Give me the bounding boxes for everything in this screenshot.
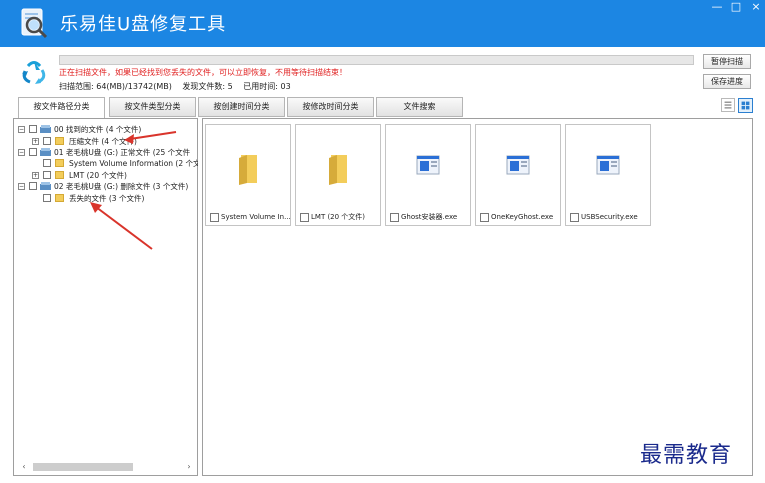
tab-by-created-time[interactable]: 按创建时间分类 bbox=[198, 97, 285, 117]
expand-toggle[interactable]: + bbox=[32, 172, 39, 179]
scroll-thumb[interactable] bbox=[33, 463, 133, 471]
folder-icon bbox=[55, 159, 64, 167]
file-checkbox[interactable] bbox=[480, 213, 489, 222]
file-grid-panel: System Volume In... LMT (20 个文件) Ghost安装… bbox=[202, 118, 753, 476]
tree-node-system-volume-info[interactable]: System Volume Information (2 个文 bbox=[32, 158, 198, 169]
drive-icon bbox=[40, 125, 51, 133]
scan-info: 扫描范围: 64(MB)/13742(MB) 发现文件数: 5 已用时间: 03 bbox=[59, 81, 299, 92]
tree-label: LMT (20 个文件) bbox=[69, 171, 127, 180]
tree-label: 01 老毛桃U盘 (G:) 正常文件 (25 个文件 bbox=[54, 148, 191, 157]
app-title: 乐易佳U盘修复工具 bbox=[60, 14, 227, 35]
tree-label: 压缩文件 (4 个文件) bbox=[69, 137, 137, 146]
tree-checkbox[interactable] bbox=[43, 137, 51, 145]
tree-node-lmt[interactable]: + LMT (20 个文件) bbox=[32, 170, 198, 181]
title-bar: 乐易佳U盘修复工具 — □ × bbox=[0, 0, 765, 47]
scanning-recycle-icon bbox=[22, 61, 46, 84]
folder-icon bbox=[329, 155, 347, 185]
scroll-left-arrow-icon[interactable]: ‹ bbox=[19, 462, 29, 472]
pause-scan-button[interactable]: 暂停扫描 bbox=[703, 54, 751, 69]
tree-node-lost-files[interactable]: 丢失的文件 (3 个文件) bbox=[32, 193, 198, 204]
scroll-right-arrow-icon[interactable]: › bbox=[184, 462, 194, 472]
tree-node-found-files[interactable]: − 00 找到的文件 (4 个文件) bbox=[18, 124, 198, 135]
folder-icon bbox=[55, 194, 64, 202]
tab-by-type[interactable]: 按文件类型分类 bbox=[109, 97, 196, 117]
file-checkbox[interactable] bbox=[300, 213, 309, 222]
file-checkbox[interactable] bbox=[390, 213, 399, 222]
file-checkbox[interactable] bbox=[210, 213, 219, 222]
tab-file-search[interactable]: 文件搜索 bbox=[376, 97, 463, 117]
time-used: 已用时间: 03 bbox=[243, 82, 291, 91]
collapse-toggle[interactable]: − bbox=[18, 183, 25, 190]
collapse-toggle[interactable]: − bbox=[18, 149, 25, 156]
tree-checkbox[interactable] bbox=[43, 159, 51, 167]
file-card[interactable]: USBSecurity.exe bbox=[565, 124, 651, 226]
folder-tree-panel: − 00 找到的文件 (4 个文件) + 压缩文件 (4 个文件) − 01 老… bbox=[13, 118, 198, 476]
file-card[interactable]: Ghost安装器.exe bbox=[385, 124, 471, 226]
tree-node-deleted-files[interactable]: − 02 老毛桃U盘 (G:) 删除文件 (3 个文件) bbox=[18, 181, 198, 192]
maximize-button[interactable]: □ bbox=[726, 0, 746, 16]
watermark: 最需教育 bbox=[640, 443, 733, 468]
collapse-toggle[interactable]: − bbox=[18, 126, 25, 133]
tab-by-path[interactable]: 按文件路径分类 bbox=[18, 97, 105, 119]
drive-icon bbox=[40, 182, 51, 190]
tree-checkbox[interactable] bbox=[43, 171, 51, 179]
horizontal-scrollbar[interactable]: ‹ › bbox=[19, 462, 194, 472]
file-label: USBSecurity.exe bbox=[581, 213, 638, 221]
close-button[interactable]: × bbox=[746, 0, 765, 16]
tree-checkbox[interactable] bbox=[29, 148, 37, 156]
files-found-count: 发现文件数: 5 bbox=[182, 82, 233, 91]
minimize-button[interactable]: — bbox=[707, 0, 727, 16]
drive-icon bbox=[40, 148, 51, 156]
exe-icon bbox=[596, 155, 620, 175]
tree-node-compressed-files[interactable]: + 压缩文件 (4 个文件) bbox=[32, 136, 198, 147]
list-view-icon[interactable] bbox=[721, 98, 735, 112]
folder-icon bbox=[55, 137, 64, 145]
file-card[interactable]: OneKeyGhost.exe bbox=[475, 124, 561, 226]
expand-toggle[interactable]: + bbox=[32, 138, 39, 145]
file-label: OneKeyGhost.exe bbox=[491, 213, 554, 221]
file-label: System Volume In... bbox=[221, 213, 291, 221]
tree-label: System Volume Information (2 个文 bbox=[69, 159, 198, 168]
grid-view-icon[interactable] bbox=[738, 98, 753, 113]
file-card[interactable]: System Volume In... bbox=[205, 124, 291, 226]
file-checkbox[interactable] bbox=[570, 213, 579, 222]
file-label: Ghost安装器.exe bbox=[401, 213, 458, 221]
tree-checkbox[interactable] bbox=[29, 182, 37, 190]
file-label: LMT (20 个文件) bbox=[311, 213, 366, 221]
tree-checkbox[interactable] bbox=[43, 194, 51, 202]
folder-icon bbox=[55, 171, 64, 179]
exe-icon bbox=[506, 155, 530, 175]
save-progress-button[interactable]: 保存进度 bbox=[703, 74, 751, 89]
scan-progress-bar bbox=[59, 55, 694, 65]
scan-status-message: 正在扫描文件，如果已经找到您丢失的文件，可以立即恢复，不用等待扫描结束！ bbox=[59, 68, 347, 77]
exe-icon bbox=[416, 155, 440, 175]
tree-checkbox[interactable] bbox=[29, 125, 37, 133]
file-card[interactable]: LMT (20 个文件) bbox=[295, 124, 381, 226]
scan-range: 扫描范围: 64(MB)/13742(MB) bbox=[59, 82, 172, 91]
tree-label: 丢失的文件 (3 个文件) bbox=[69, 194, 145, 203]
tree-node-normal-files[interactable]: − 01 老毛桃U盘 (G:) 正常文件 (25 个文件 bbox=[18, 147, 198, 158]
tab-by-modified-time[interactable]: 按修改时间分类 bbox=[287, 97, 374, 117]
app-logo-icon bbox=[21, 8, 48, 39]
tree-label: 02 老毛桃U盘 (G:) 删除文件 (3 个文件) bbox=[54, 182, 189, 191]
folder-icon bbox=[239, 155, 257, 185]
tree-label: 00 找到的文件 (4 个文件) bbox=[54, 125, 142, 134]
